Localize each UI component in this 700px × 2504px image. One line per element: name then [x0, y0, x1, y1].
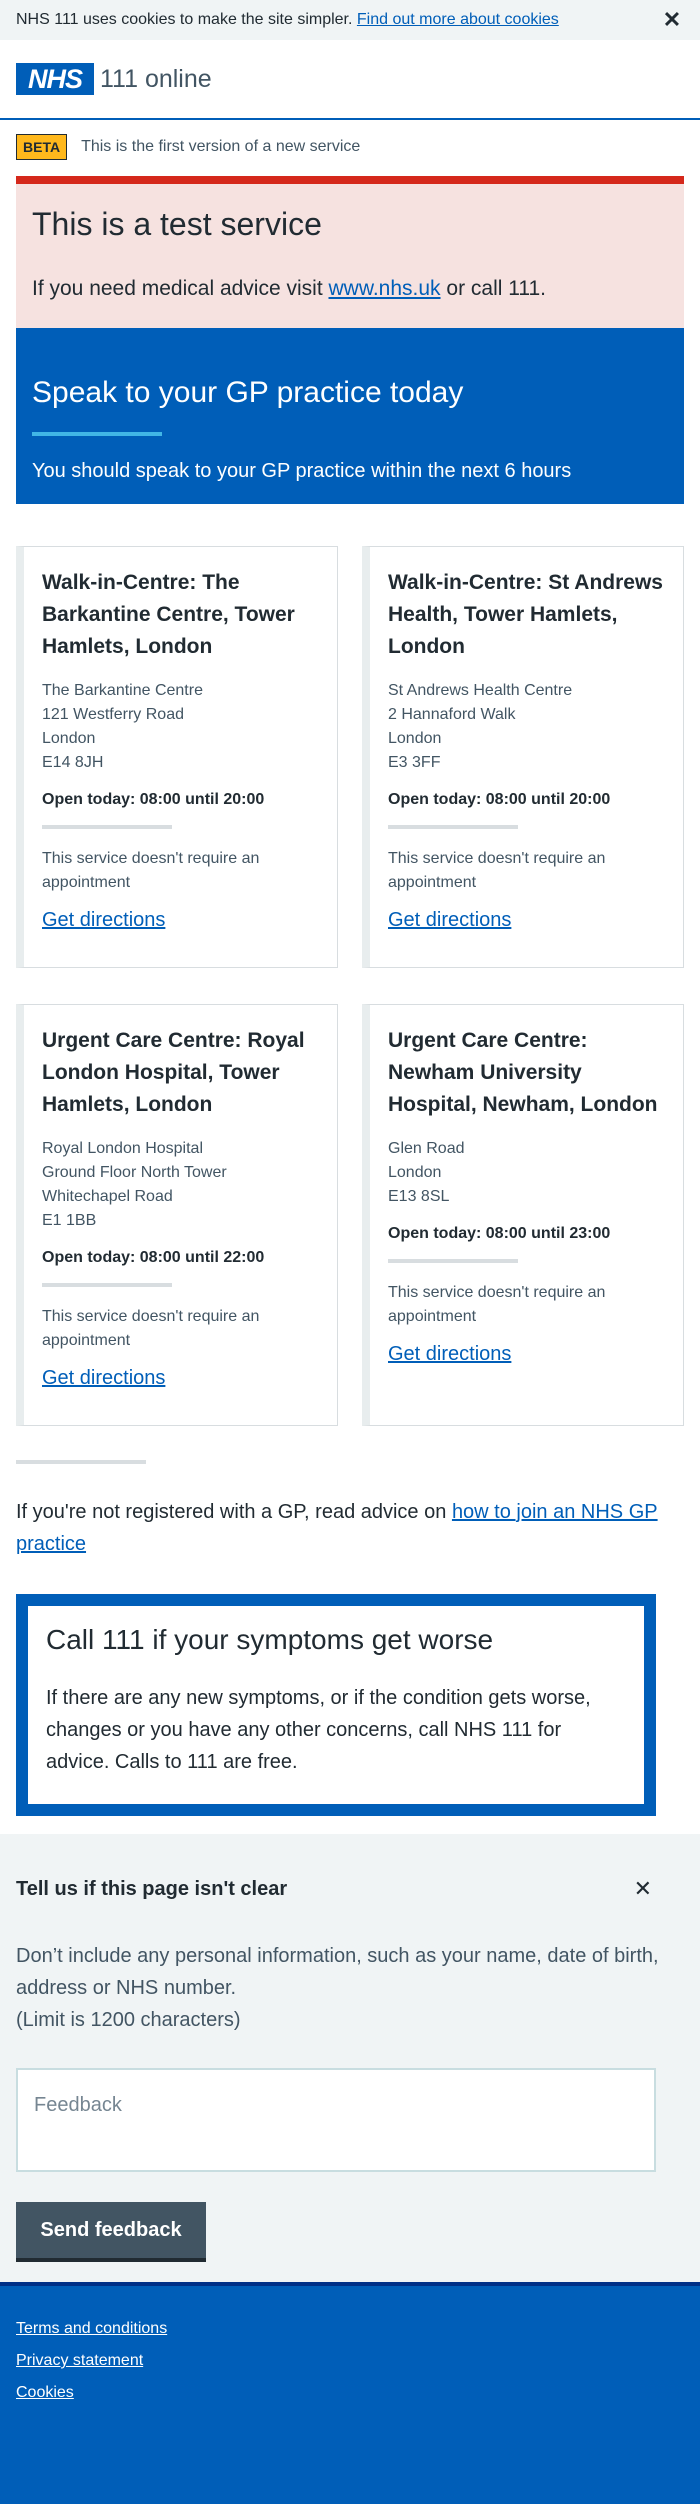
send-feedback-button[interactable]: Send feedback [16, 2202, 206, 2258]
card-divider [388, 1259, 518, 1263]
service-card: Walk-in-Centre: The Barkantine Centre, T… [16, 546, 338, 968]
nhs-logo[interactable]: NHS [16, 63, 94, 95]
close-icon[interactable]: ✕ [634, 1876, 652, 1902]
service-name-heading: Urgent Care Centre: Royal London Hospita… [42, 1029, 305, 1116]
privacy-link[interactable]: Privacy statement [16, 2352, 684, 2370]
get-directions-link[interactable]: Get directions [388, 1343, 665, 1366]
opening-hours: Open today: 08:00 until 20:00 [388, 791, 611, 808]
get-directions-link[interactable]: Get directions [388, 909, 665, 932]
service-name-heading: Walk-in-Centre: The Barkantine Centre, T… [42, 571, 295, 658]
site-footer: Terms and conditions Privacy statement C… [0, 2282, 700, 2504]
site-header: NHS 111 online [0, 40, 700, 120]
card-divider [388, 825, 518, 829]
cookie-banner: NHS 111 uses cookies to make the site si… [0, 0, 700, 40]
nhs-website-link[interactable]: www.nhs.uk [329, 277, 441, 300]
gp-registration-advice: If you're not registered with a GP, read… [16, 1501, 658, 1555]
section-divider [16, 1460, 146, 1464]
service-address: Glen Road London E13 8SL [388, 1140, 465, 1205]
test-banner-title: This is a test service [32, 206, 322, 242]
get-directions-link[interactable]: Get directions [42, 909, 319, 932]
get-directions-link[interactable]: Get directions [42, 1367, 319, 1390]
card-divider [42, 1283, 172, 1287]
disposition-subtitle: You should speak to your GP practice wit… [32, 460, 572, 482]
terms-link[interactable]: Terms and conditions [16, 2320, 684, 2338]
worsening-title: Call 111 if your symptoms get worse [46, 1624, 494, 1655]
test-banner-body: If you need medical advice visit www.nhs… [32, 277, 546, 300]
feedback-input[interactable]: Feedback [16, 2068, 656, 2172]
service-address: St Andrews Health Centre 2 Hannaford Walk… [388, 682, 573, 771]
opening-hours: Open today: 08:00 until 22:00 [42, 1249, 265, 1266]
phase-banner: BETA This is the first version of a new … [0, 126, 700, 168]
worsening-advice-card: Call 111 if your symptoms get worse If t… [16, 1594, 656, 1816]
cookie-banner-text: NHS 111 uses cookies to make the site si… [16, 11, 559, 28]
close-icon[interactable]: ✕ [660, 7, 684, 33]
feedback-panel: Tell us if this page isn't clear ✕ Don’t… [0, 1834, 700, 2282]
card-divider [42, 825, 172, 829]
appointment-note: This service doesn't require an appointm… [388, 850, 606, 891]
service-name-heading: Walk-in-Centre: St Andrews Health, Tower… [388, 571, 663, 658]
appointment-note: This service doesn't require an appointm… [42, 1308, 260, 1349]
worsening-body: If there are any new symptoms, or if the… [46, 1687, 591, 1773]
service-card: Urgent Care Centre: Royal London Hospita… [16, 1004, 338, 1426]
disposition-card: Speak to your GP practice today You shou… [16, 328, 684, 504]
service-name: 111 online [100, 64, 212, 93]
service-address: The Barkantine Centre 121 Westferry Road L… [42, 682, 203, 771]
service-name-heading: Urgent Care Centre: Newham University Ho… [388, 1029, 658, 1116]
appointment-note: This service doesn't require an appointm… [388, 1284, 606, 1325]
feedback-instructions: Don’t include any personal information, … [16, 1945, 659, 2031]
feedback-title: Tell us if this page isn't clear [16, 1878, 288, 1900]
cookie-info-link[interactable]: Find out more about cookies [357, 11, 559, 28]
service-card: Urgent Care Centre: Newham University Ho… [362, 1004, 684, 1426]
opening-hours: Open today: 08:00 until 20:00 [42, 791, 265, 808]
opening-hours: Open today: 08:00 until 23:00 [388, 1225, 611, 1242]
test-service-banner: This is a test service If you need medic… [16, 176, 684, 328]
page-title: Speak to your GP practice today [32, 376, 464, 409]
title-divider [32, 432, 162, 436]
service-address: Royal London Hospital Ground Floor North … [42, 1140, 227, 1229]
phase-text: This is the first version of a new servi… [81, 138, 361, 155]
beta-tag: BETA [16, 134, 68, 160]
appointment-note: This service doesn't require an appointm… [42, 850, 260, 891]
service-card: Walk-in-Centre: St Andrews Health, Tower… [362, 546, 684, 968]
cookies-link[interactable]: Cookies [16, 2384, 684, 2402]
